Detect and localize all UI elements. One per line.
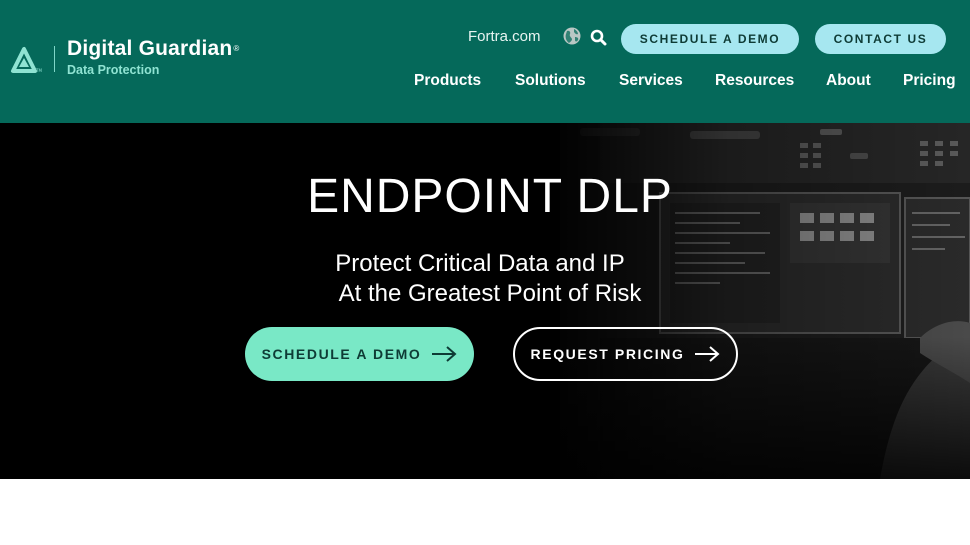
hero-schedule-demo-label: SCHEDULE A DEMO (261, 346, 422, 362)
nav-solutions[interactable]: Solutions (515, 72, 586, 90)
logo-triangle-icon: TM (10, 39, 44, 79)
hero-request-pricing-button[interactable]: REQUEST PRICING (513, 327, 738, 381)
nav-products[interactable]: Products (414, 72, 481, 90)
globe-icon[interactable] (563, 27, 581, 45)
logo-divider (54, 45, 55, 72)
hero-subtitle-line2: At the Greatest Point of Risk (338, 280, 642, 307)
fortra-link[interactable]: Fortra.com (468, 28, 541, 45)
arrow-right-icon (432, 346, 457, 362)
nav-resources[interactable]: Resources (715, 72, 794, 90)
hero-banner: ENDPOINT DLP Protect Critical Data and I… (0, 123, 970, 479)
svg-text:TM: TM (35, 68, 42, 73)
nav-services[interactable]: Services (619, 72, 683, 90)
hero-subtitle-line1: Protect Critical Data and IP (335, 250, 625, 277)
nav-about[interactable]: About (826, 72, 871, 90)
logo[interactable]: TM Digital Guardian® Data Protection (10, 38, 240, 79)
search-icon[interactable] (590, 29, 607, 46)
hero-schedule-demo-button[interactable]: SCHEDULE A DEMO (245, 327, 474, 381)
hero-request-pricing-label: REQUEST PRICING (530, 346, 685, 362)
nav-pricing[interactable]: Pricing (903, 72, 956, 90)
arrow-right-icon (695, 346, 720, 362)
logo-text: Digital Guardian® Data Protection (67, 38, 240, 79)
logo-subtitle: Data Protection (67, 63, 160, 77)
hero-title: ENDPOINT DLP (307, 170, 673, 223)
schedule-demo-button[interactable]: SCHEDULE A DEMO (621, 24, 799, 54)
logo-title: Digital Guardian® (67, 37, 240, 60)
site-header: TM Digital Guardian® Data Protection For… (0, 0, 970, 123)
contact-us-button[interactable]: CONTACT US (815, 24, 946, 54)
